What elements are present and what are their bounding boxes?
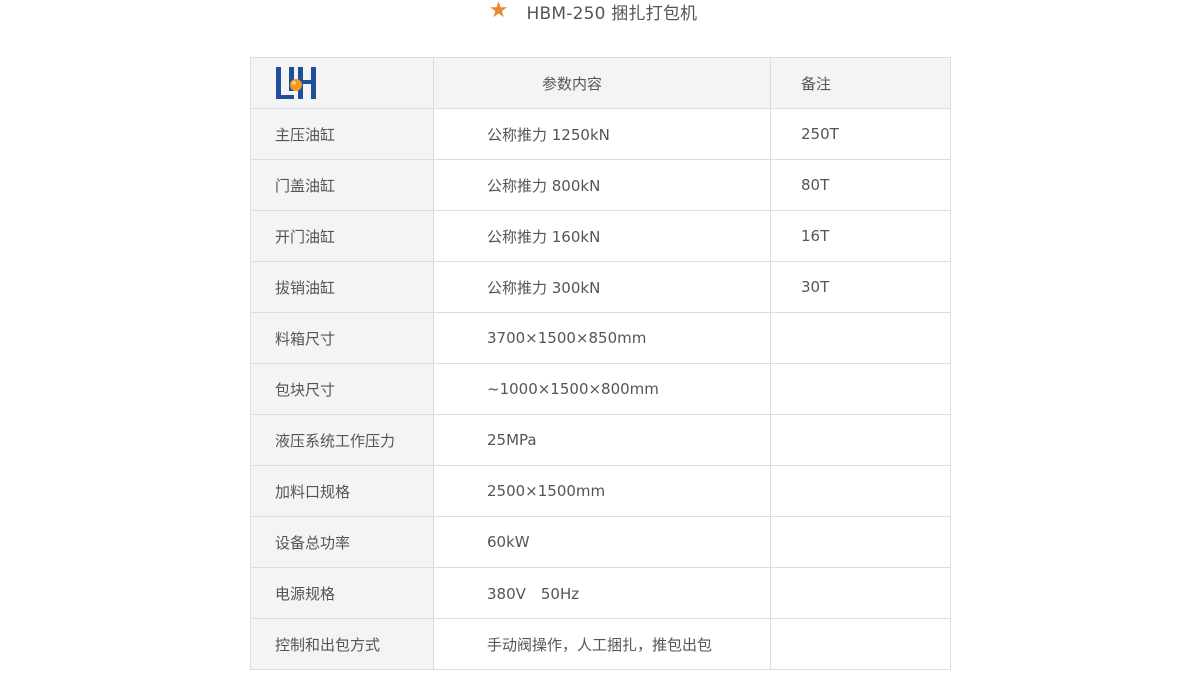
row-value: 公称推力 1250kN bbox=[433, 108, 771, 160]
header-note: 备注 bbox=[770, 57, 951, 109]
row-value: ~1000×1500×800mm bbox=[433, 363, 771, 415]
row-value: 公称推力 160kN bbox=[433, 210, 771, 262]
row-note bbox=[770, 516, 951, 568]
row-name: 门盖油缸 bbox=[250, 159, 434, 211]
table-row: 控制和出包方式 手动阀操作，人工捆扎，推包出包 bbox=[250, 618, 951, 670]
row-note bbox=[770, 414, 951, 466]
row-name: 加料口规格 bbox=[250, 465, 434, 517]
table-row: 开门油缸 公称推力 160kN 16T bbox=[250, 210, 951, 262]
title-row: ★ HBM-250 捆扎打包机 bbox=[0, 0, 1200, 26]
row-note bbox=[770, 618, 951, 670]
table-row: 加料口规格 2500×1500mm bbox=[250, 465, 951, 517]
table-row: 主压油缸 公称推力 1250kN 250T bbox=[250, 108, 951, 160]
table-row: 设备总功率 60kW bbox=[250, 516, 951, 568]
table-row: 拔销油缸 公称推力 300kN 30T bbox=[250, 261, 951, 313]
table-row: 包块尺寸 ~1000×1500×800mm bbox=[250, 363, 951, 415]
table-row: 门盖油缸 公称推力 800kN 80T bbox=[250, 159, 951, 211]
title-inner: ★ HBM-250 捆扎打包机 bbox=[489, 0, 697, 24]
company-logo-icon bbox=[276, 67, 316, 99]
row-name: 设备总功率 bbox=[250, 516, 434, 568]
table-header-row: 参数内容 备注 bbox=[250, 57, 951, 109]
row-note bbox=[770, 567, 951, 619]
row-note: 16T bbox=[770, 210, 951, 262]
table-row: 电源规格 380V 50Hz bbox=[250, 567, 951, 619]
page: ★ HBM-250 捆扎打包机 参数内容 备注 主压油缸 公称推力 1250kN… bbox=[0, 0, 1200, 687]
row-value: 25MPa bbox=[433, 414, 771, 466]
row-name: 液压系统工作压力 bbox=[250, 414, 434, 466]
row-name: 开门油缸 bbox=[250, 210, 434, 262]
row-value: 380V 50Hz bbox=[433, 567, 771, 619]
row-value: 手动阀操作，人工捆扎，推包出包 bbox=[433, 618, 771, 670]
row-name: 包块尺寸 bbox=[250, 363, 434, 415]
table-row: 料箱尺寸 3700×1500×850mm bbox=[250, 312, 951, 364]
row-value: 3700×1500×850mm bbox=[433, 312, 771, 364]
star-icon: ★ bbox=[488, 0, 509, 23]
logo-cell bbox=[250, 57, 434, 109]
row-note bbox=[770, 363, 951, 415]
table-row: 液压系统工作压力 25MPa bbox=[250, 414, 951, 466]
row-value: 公称推力 800kN bbox=[433, 159, 771, 211]
page-title: HBM-250 捆扎打包机 bbox=[526, 3, 698, 24]
row-note: 80T bbox=[770, 159, 951, 211]
row-value: 公称推力 300kN bbox=[433, 261, 771, 313]
row-note: 30T bbox=[770, 261, 951, 313]
row-value: 60kW bbox=[433, 516, 771, 568]
row-note bbox=[770, 312, 951, 364]
row-name: 料箱尺寸 bbox=[250, 312, 434, 364]
header-param: 参数内容 bbox=[433, 57, 771, 109]
row-value: 2500×1500mm bbox=[433, 465, 771, 517]
spec-table: 参数内容 备注 主压油缸 公称推力 1250kN 250T 门盖油缸 公称推力 800k… bbox=[250, 57, 951, 670]
row-name: 拔销油缸 bbox=[250, 261, 434, 313]
row-note: 250T bbox=[770, 108, 951, 160]
row-name: 电源规格 bbox=[250, 567, 434, 619]
row-name: 控制和出包方式 bbox=[250, 618, 434, 670]
row-note bbox=[770, 465, 951, 517]
row-name: 主压油缸 bbox=[250, 108, 434, 160]
